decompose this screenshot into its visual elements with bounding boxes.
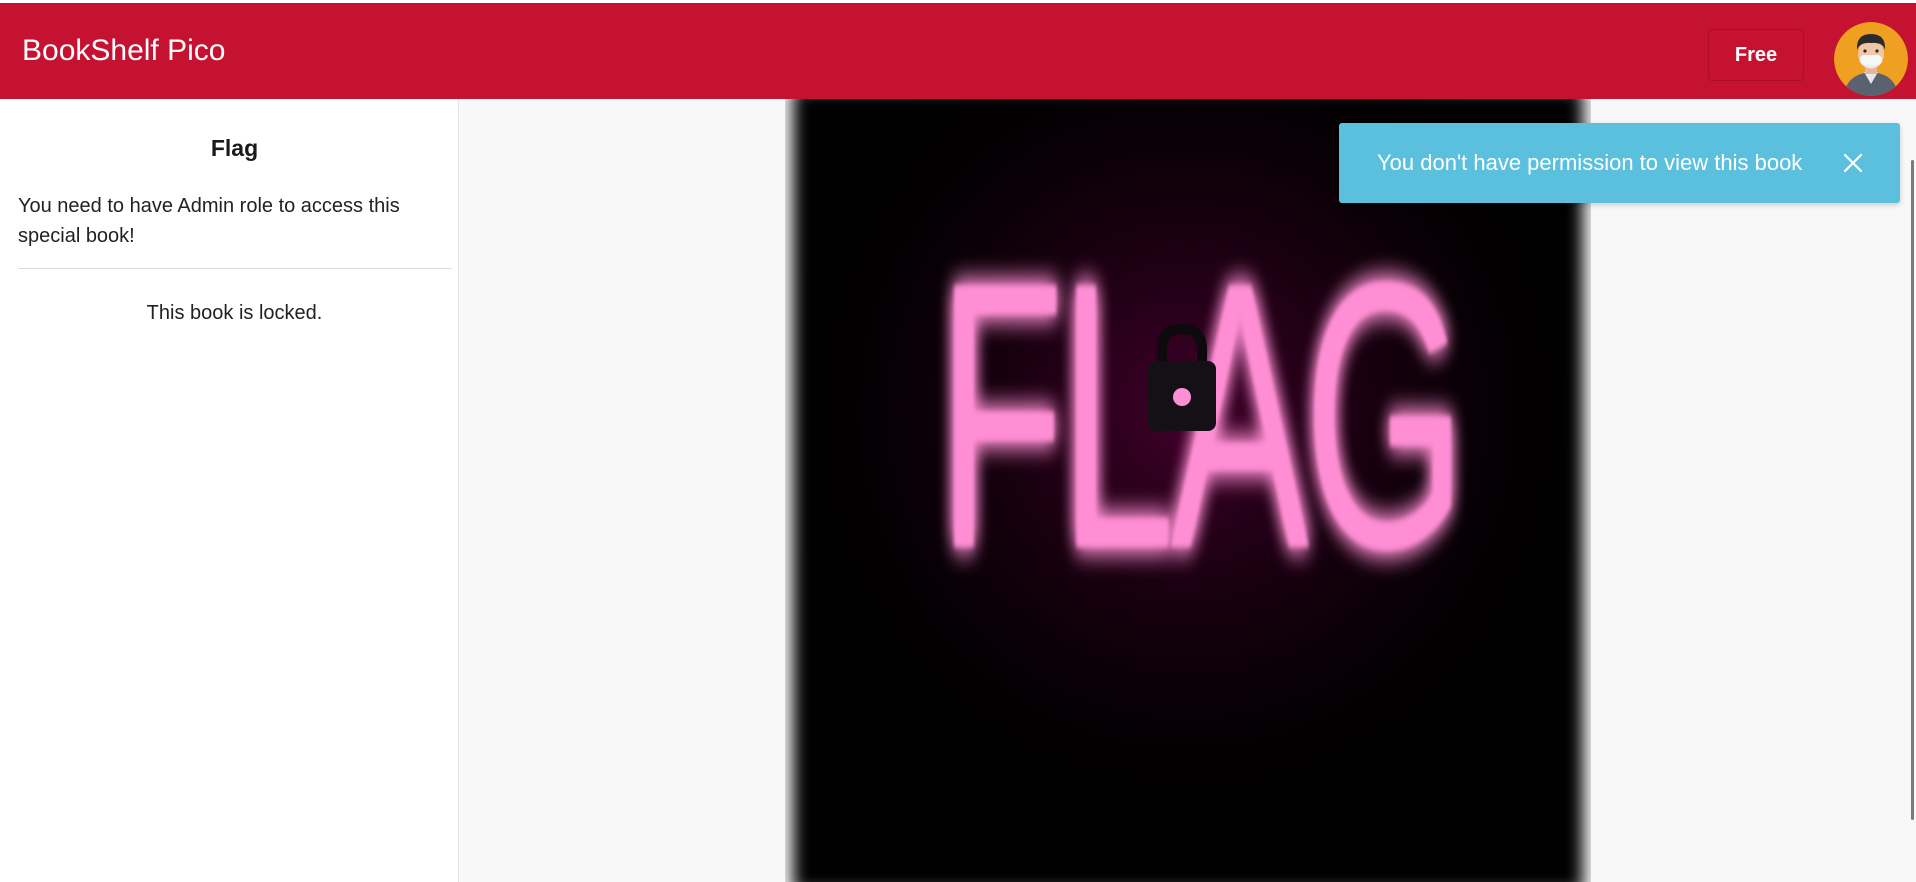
app-brand[interactable]: BookShelf Pico <box>22 33 225 69</box>
page-scrollbar[interactable] <box>1908 160 1916 882</box>
book-sidebar: Flag You need to have Admin role to acce… <box>0 99 459 882</box>
toast-message: You don't have permission to view this b… <box>1377 150 1803 175</box>
permission-toast: You don't have permission to view this b… <box>1339 123 1900 203</box>
book-title: Flag <box>210 135 259 161</box>
book-cover: FLAG <box>785 89 1591 882</box>
plan-button[interactable]: Free <box>1708 29 1804 81</box>
book-viewer: FLAG <box>459 89 1916 882</box>
locked-message: This book is locked. <box>146 302 323 324</box>
sidebar-divider <box>18 268 452 269</box>
app-page: BookShelf Pico Free Flag You need to hav… <box>0 0 1916 882</box>
app-header: BookShelf Pico Free <box>0 3 1916 99</box>
close-icon[interactable] <box>1839 149 1867 177</box>
user-avatar-icon[interactable] <box>1834 22 1908 96</box>
book-description: You need to have Admin role to access th… <box>18 195 400 247</box>
scrollbar-thumb[interactable] <box>1911 160 1914 820</box>
